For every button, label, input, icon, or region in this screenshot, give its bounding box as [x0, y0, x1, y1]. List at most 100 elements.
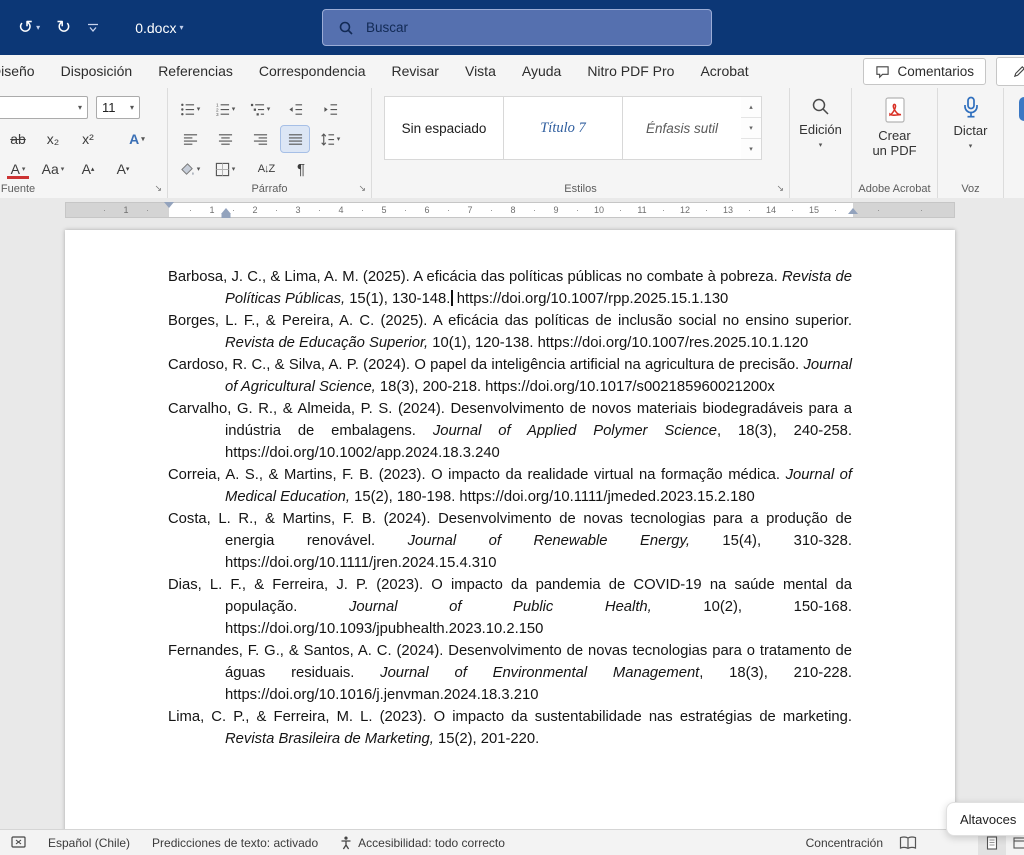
- gallery-scroll-down-button[interactable]: ▾: [741, 117, 761, 138]
- speakers-label: Altavoces: [960, 811, 1017, 827]
- parrafo-dialog-launcher[interactable]: ↘: [358, 183, 366, 194]
- ruler-tick: ·: [662, 205, 665, 215]
- tab-nitro-pdf-pro[interactable]: Nitro PDF Pro: [574, 55, 687, 88]
- shrink-font-button[interactable]: A ▾: [109, 156, 137, 182]
- journal-title: Journal of Applied Polymer Science: [432, 423, 718, 439]
- reference-entry[interactable]: Dias, L. F., & Ferreira, J. P. (2023). O…: [168, 574, 852, 640]
- ruler-tick: ·: [275, 205, 278, 215]
- ruler-tick: ·: [447, 205, 450, 215]
- focus-mode-button[interactable]: Concentración: [795, 830, 894, 855]
- quick-access-toolbar: ↺ ▾ ↻ 0.docx ▾: [0, 17, 183, 38]
- first-line-indent-marker[interactable]: [164, 202, 174, 213]
- estilos-dialog-launcher[interactable]: ↘: [776, 183, 784, 194]
- style-enfasis-sutil[interactable]: Énfasis sutil: [622, 96, 742, 160]
- fuente-dialog-launcher[interactable]: ↘: [154, 183, 162, 194]
- document-page[interactable]: Barbosa, J. C., & Lima, A. M. (2025). A …: [65, 230, 955, 830]
- tab-referencias[interactable]: Referencias: [145, 55, 246, 88]
- align-left-button[interactable]: [176, 126, 204, 152]
- reference-entry[interactable]: Correia, A. S., & Martins, F. B. (2023).…: [168, 464, 852, 508]
- style-titulo-7[interactable]: Título 7: [503, 96, 623, 160]
- tab-vista[interactable]: Vista: [452, 55, 509, 88]
- text-effects-button[interactable]: A ▾: [123, 126, 151, 152]
- reference-entry[interactable]: Borges, L. F., & Pereira, A. C. (2025). …: [168, 310, 852, 354]
- text-predictions-button[interactable]: Predicciones de texto: activado: [141, 830, 329, 855]
- editing-mode-button[interactable]: [996, 57, 1024, 86]
- align-center-button[interactable]: [211, 126, 239, 152]
- redo-button[interactable]: ↻: [56, 17, 71, 38]
- superscript-button[interactable]: x²: [74, 126, 102, 152]
- comments-button[interactable]: Comentarios: [863, 58, 986, 85]
- undo-button[interactable]: ↺ ▾: [18, 17, 40, 38]
- font-color-button[interactable]: A ▾: [4, 156, 32, 182]
- justify-button[interactable]: [280, 125, 310, 153]
- font-name-combo[interactable]: ▾: [0, 96, 88, 119]
- create-pdf-button[interactable]: Crear un PDF: [852, 96, 937, 158]
- shading-button[interactable]: ▾: [176, 156, 204, 182]
- increase-indent-button[interactable]: [316, 96, 344, 122]
- language-button[interactable]: Español (Chile): [37, 830, 141, 855]
- reference-entry[interactable]: Fernandes, F. G., & Santos, A. C. (2024)…: [168, 640, 852, 706]
- journal-title: Journal of Public Health,: [348, 599, 652, 615]
- numbered-list-button[interactable]: 123 ▾: [211, 96, 239, 122]
- dictate-button[interactable]: Dictar ▾: [938, 96, 1003, 150]
- customize-quick-access-button[interactable]: [87, 23, 99, 33]
- tab-disposicion[interactable]: Disposición: [48, 55, 146, 88]
- show-paragraph-marks-button[interactable]: ¶: [287, 156, 315, 182]
- tab-revisar[interactable]: Revisar: [379, 55, 452, 88]
- font-size-combo[interactable]: 11 ▾: [96, 96, 140, 119]
- line-spacing-button[interactable]: ▾: [316, 126, 344, 152]
- language-label: Español (Chile): [48, 835, 131, 850]
- svg-text:3: 3: [216, 112, 219, 117]
- proofing-status-button[interactable]: [0, 830, 37, 855]
- horizontal-ruler[interactable]: 1 2 3 4 5 6 7 8 9 10 11 12 13 14 15 · · · · · · · · · · · · · · · · 1 · ·…: [65, 202, 955, 218]
- book-icon: [899, 835, 917, 849]
- find-select-icon: [812, 98, 829, 115]
- gallery-expand-button[interactable]: ▾: [741, 138, 761, 159]
- change-case-button[interactable]: Aa ▾: [39, 156, 67, 182]
- align-right-button[interactable]: [246, 126, 274, 152]
- borders-button[interactable]: ▾: [211, 156, 239, 182]
- tab-diseno[interactable]: Diseño: [0, 55, 48, 88]
- reference-text: 10(1), 120-138. https://doi.org/10.1007/…: [428, 335, 809, 351]
- chevron-down-icon: ▾: [36, 23, 41, 32]
- tab-ayuda[interactable]: Ayuda: [509, 55, 574, 88]
- reference-entry[interactable]: Lima, C. P., & Ferreira, M. L. (2023). O…: [168, 706, 852, 750]
- edicion-button[interactable]: Edición ▾: [790, 96, 851, 149]
- tab-correspondencia[interactable]: Correspondencia: [246, 55, 379, 88]
- strikethrough-button[interactable]: ab: [4, 126, 32, 152]
- accessibility-button[interactable]: Accesibilidad: todo correcto: [329, 830, 516, 855]
- right-indent-marker[interactable]: [848, 203, 858, 214]
- ruler-number: 9: [553, 205, 559, 215]
- editor-button[interactable]: [1004, 96, 1024, 122]
- search-box[interactable]: Buscar: [322, 9, 712, 46]
- ruler-tick: ·: [361, 205, 364, 215]
- reference-entry[interactable]: Costa, L. R., & Martins, F. B. (2024). D…: [168, 508, 852, 574]
- bullet-list-button[interactable]: ▾: [176, 96, 204, 122]
- align-center-icon: [218, 133, 232, 145]
- search-placeholder: Buscar: [366, 20, 409, 35]
- group-parrafo: ▾ 123 ▾ ▾ ▾ ▾ ▾ A↓Z ¶ Párrafo ↘: [168, 88, 372, 198]
- subscript-button[interactable]: x₂: [39, 126, 67, 152]
- ruler-tick: ·: [877, 205, 880, 215]
- decrease-indent-button[interactable]: [281, 96, 309, 122]
- style-sin-espaciado[interactable]: Sin espaciado: [384, 96, 504, 160]
- reference-entry[interactable]: Barbosa, J. C., & Lima, A. M. (2025). A …: [168, 266, 852, 310]
- hanging-indent-marker[interactable]: [221, 203, 231, 214]
- left-indent-marker[interactable]: [221, 214, 231, 218]
- ruler-tick: ·: [404, 205, 407, 215]
- sort-button[interactable]: A↓Z: [252, 156, 280, 182]
- reference-text: https://doi.org/10.1007/rpp.2025.15.1.13…: [452, 291, 729, 307]
- multilevel-list-button[interactable]: ▾: [246, 96, 274, 122]
- font-size-value: 11: [102, 100, 116, 115]
- justify-icon: [288, 133, 302, 145]
- ruler-tick: ·: [748, 205, 751, 215]
- tab-acrobat[interactable]: Acrobat: [687, 55, 761, 88]
- gallery-scroll-up-button[interactable]: ▴: [741, 97, 761, 117]
- reference-entry[interactable]: Cardoso, R. C., & Silva, A. P. (2024). O…: [168, 354, 852, 398]
- read-mode-button[interactable]: [894, 830, 922, 855]
- reference-entry[interactable]: Carvalho, G. R., & Almeida, P. S. (2024)…: [168, 398, 852, 464]
- grow-font-button[interactable]: A ▴: [74, 156, 102, 182]
- group-label-voz: Voz: [961, 183, 980, 195]
- document-title-button[interactable]: 0.docx ▾: [135, 20, 183, 36]
- chevron-down-icon: ▾: [179, 23, 184, 32]
